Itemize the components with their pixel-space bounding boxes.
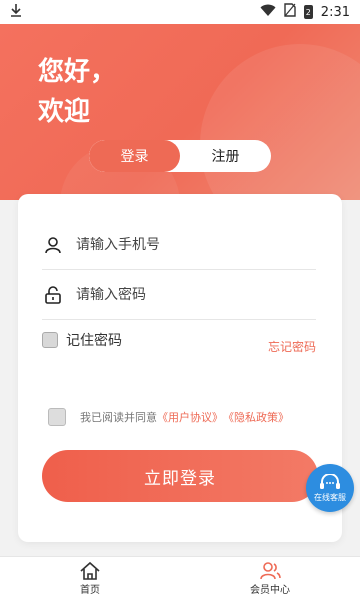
login-card: 记住密码 忘记密码 我已阅读并同意 《用户协议》 《隐私政策》 立即登录 xyxy=(18,194,342,542)
user-agreement-link[interactable]: 《用户协议》 xyxy=(157,409,223,425)
password-input[interactable] xyxy=(76,286,316,303)
user-icon xyxy=(260,562,281,580)
home-icon xyxy=(80,561,100,580)
remember-label: 记住密码 xyxy=(66,333,122,349)
greeting-line1: 您好， xyxy=(38,57,117,87)
password-field xyxy=(42,270,316,320)
nav-member-label: 会员中心 xyxy=(250,585,290,596)
status-bar: 2 2:31 xyxy=(0,0,360,24)
hero-banner: 您好， 欢迎 登录 注册 xyxy=(0,24,360,200)
greeting: 您好， 欢迎 xyxy=(38,52,116,132)
nav-home-label: 首页 xyxy=(80,585,100,596)
online-service-label: 在线客服 xyxy=(314,492,346,502)
agree-checkbox[interactable] xyxy=(48,408,66,426)
nav-member-center[interactable]: 会员中心 xyxy=(180,557,360,600)
no-sim-icon xyxy=(284,3,296,21)
remember-password[interactable]: 记住密码 xyxy=(42,330,122,350)
lock-icon xyxy=(42,284,64,306)
online-service-button[interactable]: 在线客服 xyxy=(306,464,354,512)
remember-checkbox[interactable] xyxy=(42,332,58,348)
user-icon xyxy=(42,234,64,256)
agree-text: 我已阅读并同意 xyxy=(80,411,157,424)
status-time: 2:31 xyxy=(320,4,350,20)
download-icon xyxy=(10,3,260,21)
phone-input[interactable] xyxy=(76,236,316,253)
forgot-password-link[interactable]: 忘记密码 xyxy=(268,338,316,355)
login-register-switch: 登录 注册 xyxy=(89,140,271,172)
phone-field xyxy=(42,220,316,270)
privacy-policy-link[interactable]: 《隐私政策》 xyxy=(223,409,289,425)
nav-home[interactable]: 首页 xyxy=(0,557,180,600)
headset-icon xyxy=(320,473,340,489)
wifi-icon xyxy=(260,4,276,21)
tab-register[interactable]: 注册 xyxy=(180,140,271,172)
tab-login[interactable]: 登录 xyxy=(89,140,180,172)
greeting-line2: 欢迎 xyxy=(38,97,91,127)
login-button[interactable]: 立即登录 xyxy=(42,450,318,502)
battery-icon: 2 xyxy=(303,5,313,19)
agreement-row: 我已阅读并同意 《用户协议》 《隐私政策》 xyxy=(48,408,289,426)
bottom-nav: 首页 会员中心 xyxy=(0,556,360,600)
